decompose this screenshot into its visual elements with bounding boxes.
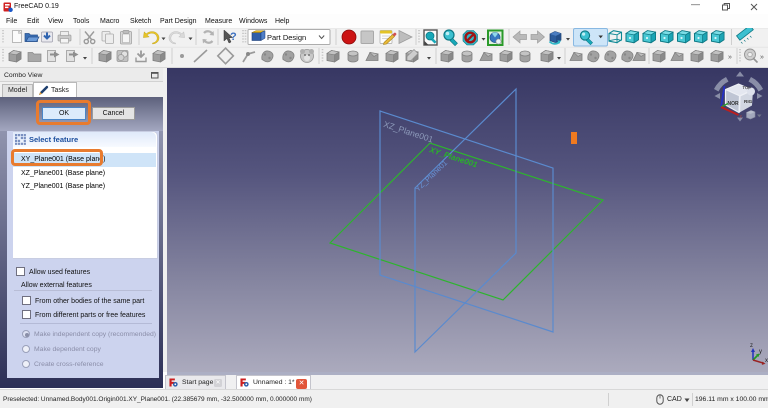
svg-text:»: »	[728, 54, 732, 61]
svg-text:TOP: TOP	[742, 85, 751, 91]
svg-text:y: y	[759, 349, 762, 355]
svg-text:»: »	[760, 54, 764, 61]
svg-text:RIG: RIG	[744, 99, 753, 104]
svg-text:z: z	[750, 343, 753, 349]
svg-text:Part Design: Part Design	[267, 33, 306, 42]
svg-text:NOR: NOR	[728, 101, 740, 107]
svg-text:?: ?	[230, 31, 237, 43]
